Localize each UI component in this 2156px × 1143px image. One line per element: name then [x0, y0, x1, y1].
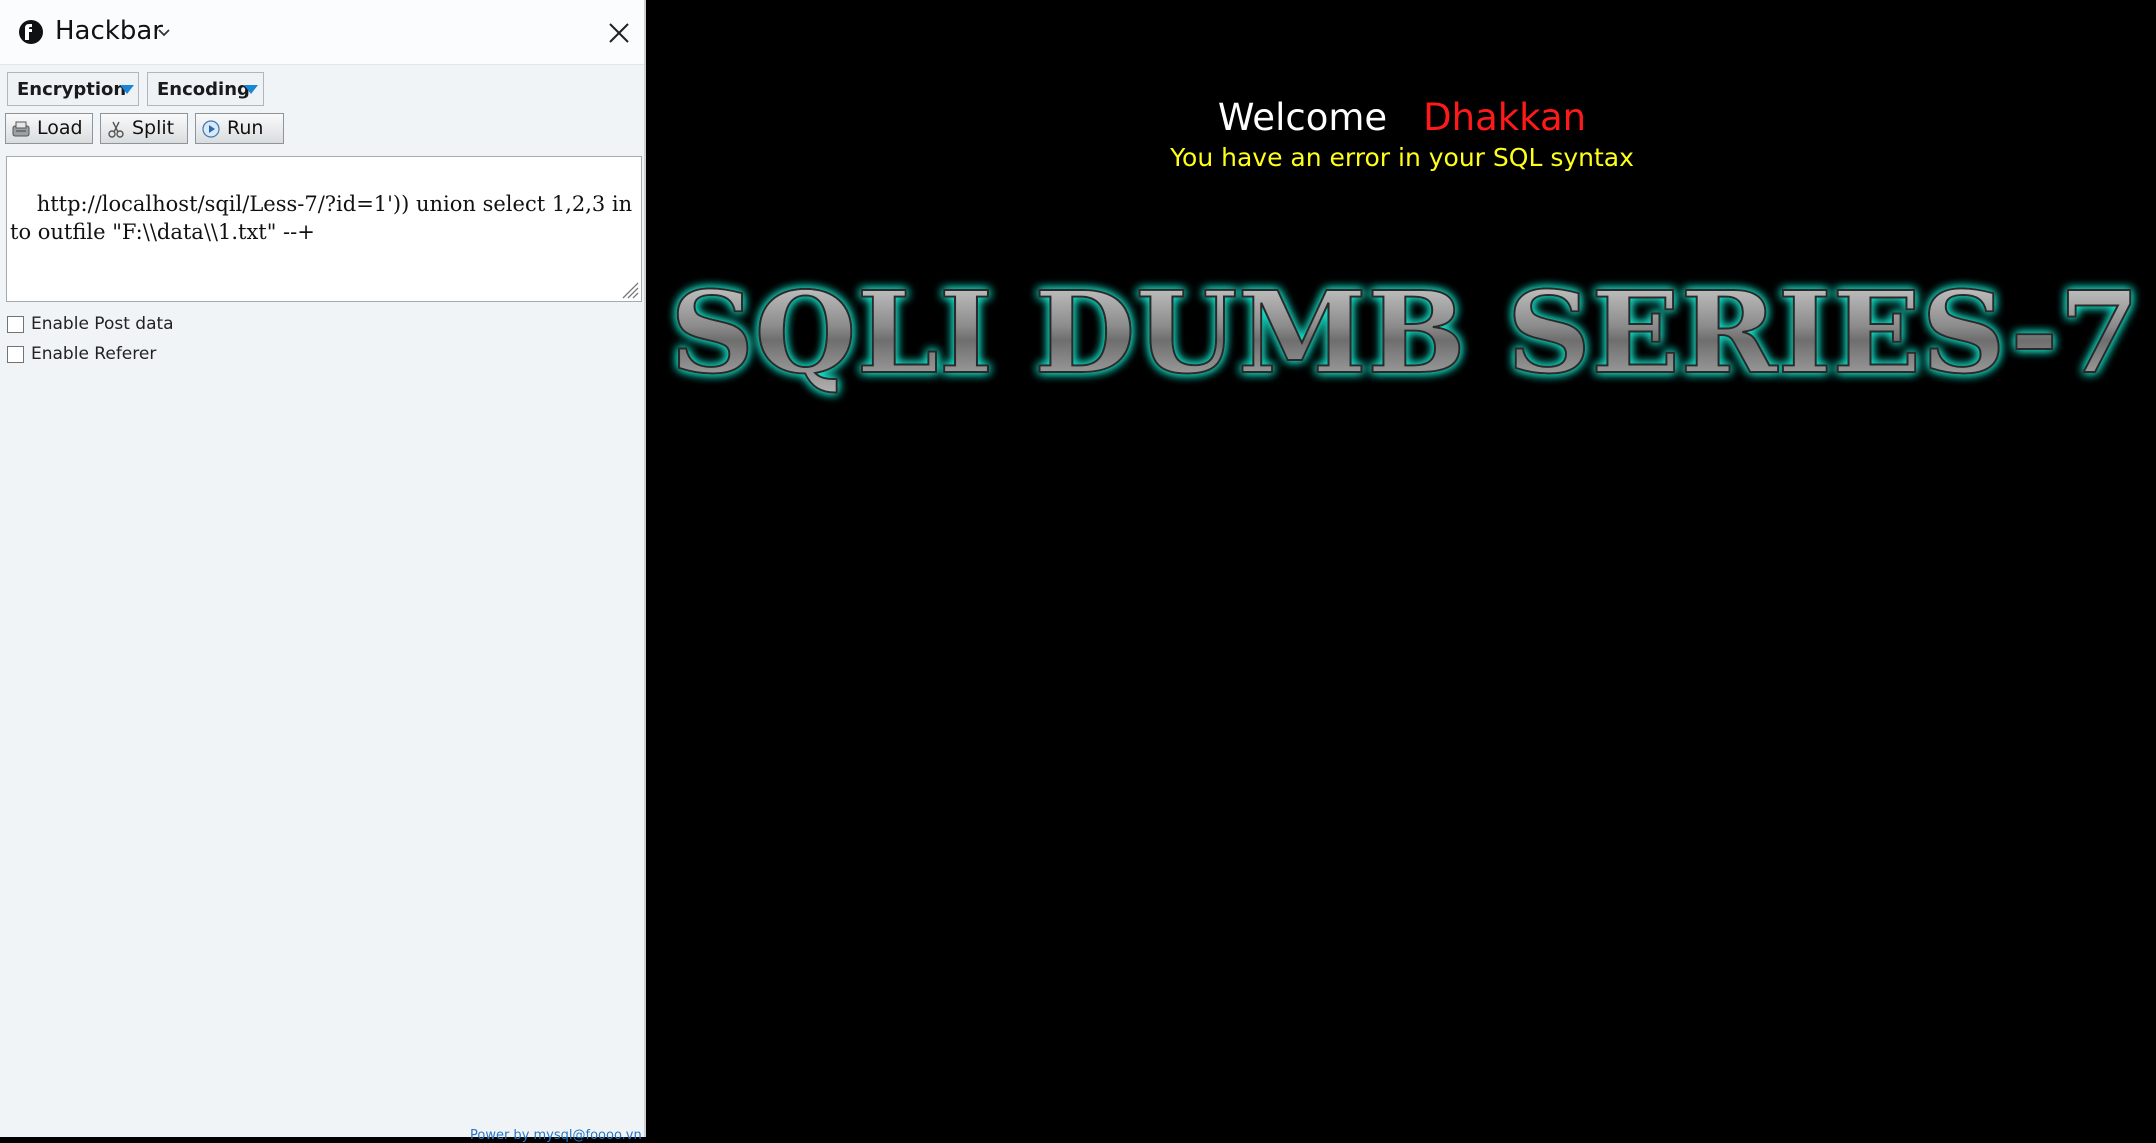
- triangle-down-icon: [120, 85, 134, 94]
- resize-grip-icon[interactable]: [619, 279, 639, 299]
- close-icon[interactable]: [607, 21, 631, 45]
- enable-post-data-checkbox[interactable]: [7, 315, 24, 333]
- enable-referer-checkbox[interactable]: [7, 345, 24, 363]
- encryption-label: Encryption: [17, 78, 127, 100]
- footer-link[interactable]: Power by mysql@foooo.vn: [470, 1128, 642, 1143]
- user-name: Dhakkan: [1423, 96, 1587, 139]
- title-banner-image: SQLI DUMB SERIES-7: [669, 267, 2141, 400]
- sidebar-title[interactable]: Hackbar: [55, 16, 163, 46]
- encoding-dropdown[interactable]: Encoding: [147, 72, 264, 106]
- enable-referer-option[interactable]: Enable Referer: [7, 342, 156, 366]
- run-button[interactable]: Run: [195, 113, 284, 144]
- load-label: Load: [37, 117, 83, 139]
- split-label: Split: [132, 117, 175, 139]
- split-button[interactable]: Split: [100, 113, 188, 144]
- chevron-down-icon[interactable]: [157, 27, 171, 39]
- load-button[interactable]: Load: [5, 113, 93, 144]
- banner-text: SQLI DUMB SERIES-7: [670, 268, 2140, 399]
- url-input[interactable]: http://localhost/sqil/Less-7/?id=1')) un…: [6, 156, 642, 302]
- encoding-label: Encoding: [157, 78, 250, 100]
- hackbar-sidebar: Hackbar Encryption Encoding Load Split R…: [0, 0, 646, 1143]
- enable-post-data-option[interactable]: Enable Post data: [7, 312, 174, 336]
- enable-referer-label: Enable Referer: [31, 344, 157, 364]
- run-icon: [202, 120, 220, 138]
- enable-post-data-label: Enable Post data: [31, 314, 174, 334]
- welcome-text: Welcome: [1217, 96, 1388, 139]
- error-message: You have an error in your SQL syntax: [1170, 143, 1634, 172]
- welcome-line: Welcome Dhakkan: [648, 96, 2156, 139]
- web-page: Welcome Dhakkan You have an error in your…: [648, 2, 2156, 1137]
- hackbar-logo-icon: [19, 20, 43, 44]
- split-icon: [108, 121, 124, 138]
- sidebar-header: Hackbar: [0, 0, 644, 65]
- run-label: Run: [227, 117, 264, 139]
- triangle-down-icon: [244, 85, 258, 94]
- load-icon: [12, 121, 30, 137]
- url-input-text: http://localhost/sqil/Less-7/?id=1')) un…: [10, 192, 633, 244]
- encryption-dropdown[interactable]: Encryption: [7, 72, 139, 106]
